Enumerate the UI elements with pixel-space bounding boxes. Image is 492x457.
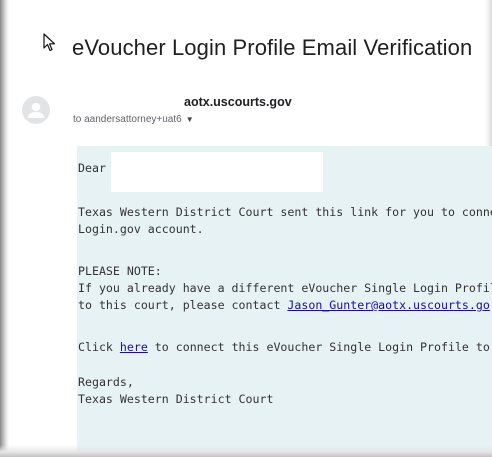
paragraph-line: Texas Western District Court sent this l… bbox=[78, 205, 492, 219]
note-heading: PLEASE NOTE: bbox=[78, 264, 162, 278]
paragraph-line: Login.gov account. bbox=[78, 222, 204, 236]
recipient-details[interactable]: to aandersattorney+uat6 ▼ bbox=[73, 114, 194, 125]
email-view: eVoucher Login Profile Email Verificatio… bbox=[0, 0, 492, 457]
contact-line: to this court, please contact Jason_Gunt… bbox=[78, 297, 490, 314]
click-line: Click here to connect this eVoucher Sing… bbox=[78, 339, 492, 356]
window-bottom-edge bbox=[0, 445, 492, 457]
greeting: Dear bbox=[78, 161, 106, 175]
contact-email-link[interactable]: Jason_Gunter@aotx.uscourts.go bbox=[287, 298, 489, 312]
paragraph-line: If you already have a different eVoucher… bbox=[78, 281, 492, 295]
email-subject: eVoucher Login Profile Email Verificatio… bbox=[72, 35, 473, 60]
window-left-edge bbox=[0, 0, 9, 457]
mouse-pointer-icon bbox=[43, 33, 56, 52]
click-prefix: Click bbox=[78, 340, 113, 354]
person-avatar-icon[interactable] bbox=[22, 96, 50, 124]
recipient-prefix: to bbox=[73, 114, 82, 125]
triangle-down-icon[interactable]: ▼ bbox=[186, 115, 194, 124]
regards-text: Regards, bbox=[78, 375, 134, 389]
signature-text: Texas Western District Court bbox=[78, 392, 274, 406]
avatar-silhouette bbox=[27, 102, 45, 118]
recipient-address: aandersattorney+uat6 bbox=[84, 114, 182, 125]
click-suffix: to connect this eVoucher Single Login Pr… bbox=[154, 340, 492, 354]
here-link[interactable]: here bbox=[120, 340, 148, 354]
redacted-recipient-name bbox=[111, 152, 323, 192]
contact-prefix: to this court, please contact bbox=[78, 298, 281, 312]
sender-name: aotx.uscourts.gov bbox=[184, 95, 292, 109]
